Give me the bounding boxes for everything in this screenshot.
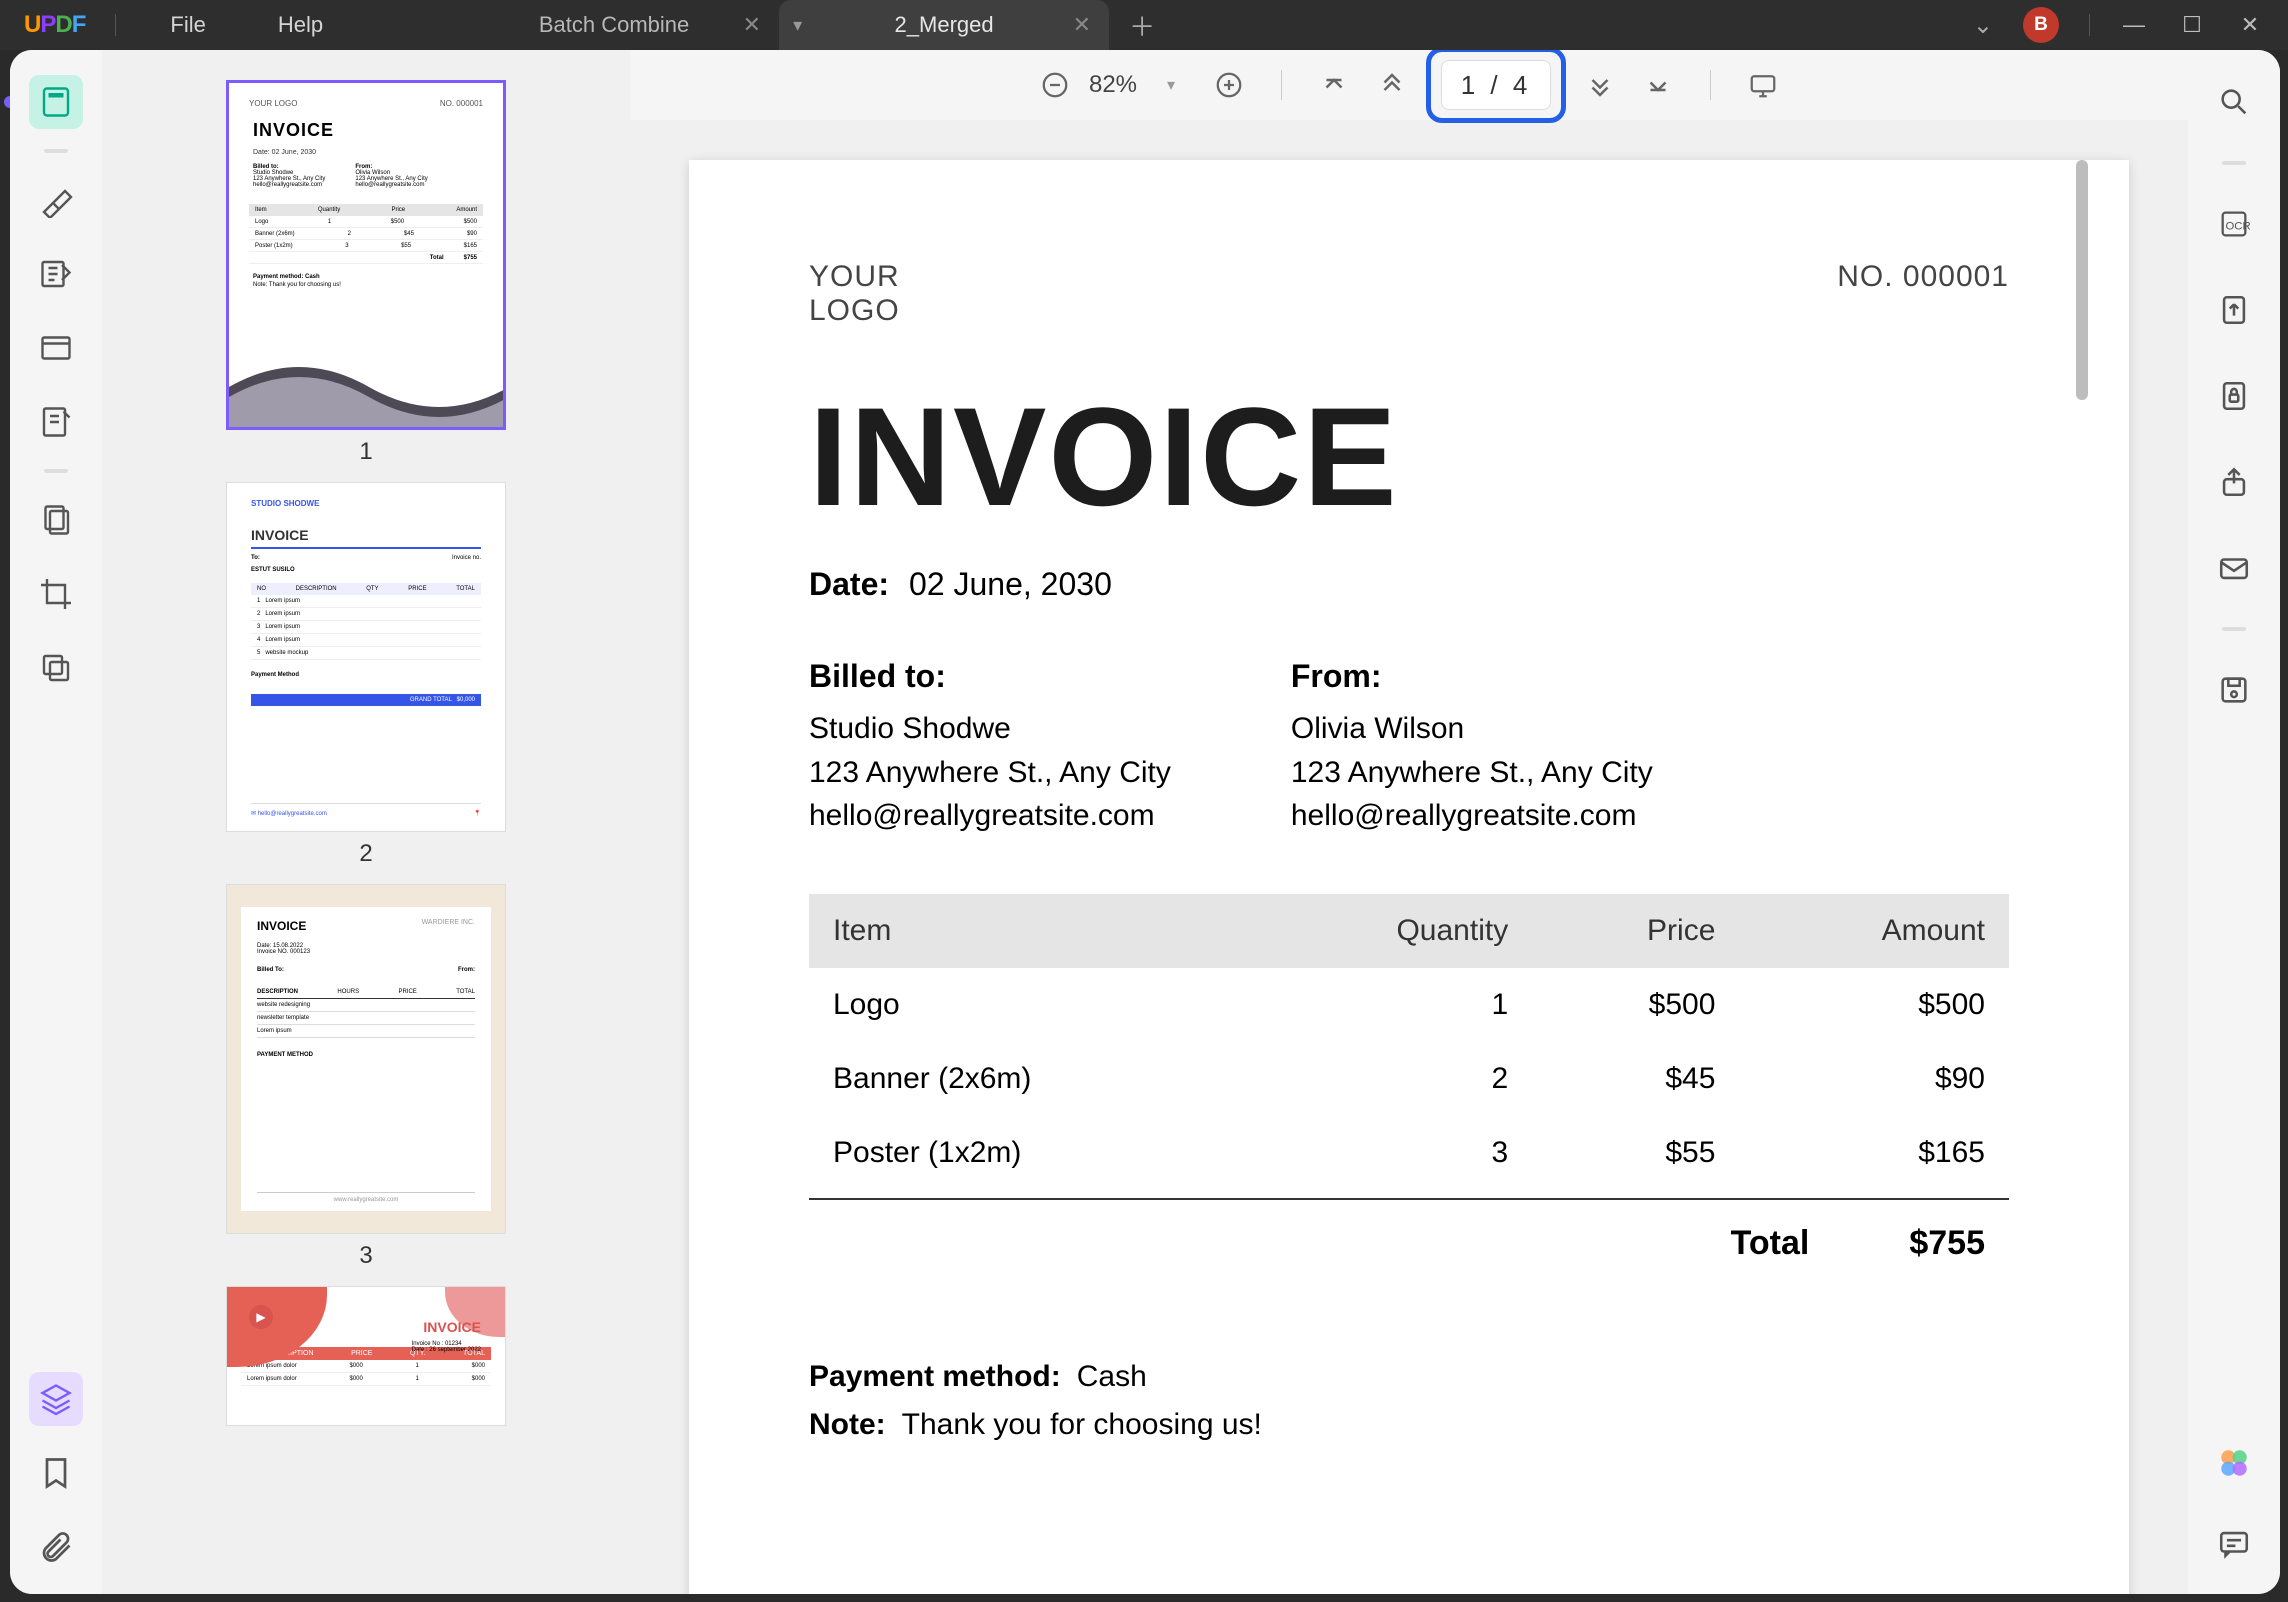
table-row: Logo1$500$500 [809, 968, 2009, 1042]
ai-assistant-icon[interactable] [2207, 1436, 2261, 1490]
first-page-button[interactable] [1310, 61, 1358, 109]
invoice-date: Date:02 June, 2030 [809, 566, 2009, 603]
share-icon[interactable] [2207, 455, 2261, 509]
edit-text-tool-icon[interactable] [29, 247, 83, 301]
thumb-number: 3 [359, 1242, 372, 1270]
zoom-dropdown-icon[interactable]: ▾ [1147, 61, 1195, 109]
separator [44, 149, 68, 153]
page-tool-icon[interactable] [29, 321, 83, 375]
close-icon[interactable]: ✕ [1073, 12, 1091, 38]
document-scroll[interactable]: YOUR LOGO NO. 000001 INVOICE Date:02 Jun… [630, 120, 2188, 1594]
presentation-icon[interactable] [1739, 61, 1787, 109]
chevron-down-icon[interactable]: ⌄ [1973, 11, 1993, 40]
logo-line2: LOGO [809, 294, 900, 328]
chevron-down-icon[interactable]: ▾ [793, 15, 802, 36]
close-icon[interactable]: ✕ [743, 12, 761, 38]
zoom-in-button[interactable] [1205, 61, 1253, 109]
ocr-icon[interactable]: OCR [2207, 197, 2261, 251]
from-block: From: Olivia Wilson 123 Anywhere St., An… [1291, 653, 1653, 838]
last-page-button[interactable] [1634, 61, 1682, 109]
separator [44, 469, 68, 473]
titlebar-right: ⌄ B — ☐ ✕ [1973, 7, 2276, 43]
email-icon[interactable] [2207, 541, 2261, 595]
invoice-total: Total$755 [809, 1198, 2009, 1263]
thumbnails-tool-icon[interactable] [29, 75, 83, 129]
zoom-level: 82% [1089, 71, 1137, 99]
app-logo: UPDF [12, 11, 97, 39]
separator [1281, 70, 1282, 100]
invoice-footer: Payment method:Cash Note:Thank you for c… [809, 1353, 2009, 1449]
page-indicator-input[interactable]: 1 / 4 [1441, 60, 1551, 110]
search-icon[interactable] [2207, 75, 2261, 129]
page-indicator-wrap: 1 / 4 [1426, 50, 1566, 123]
separator [1710, 70, 1711, 100]
invoice-table: Item Quantity Price Amount Logo1$500$500… [809, 894, 2009, 1190]
thumbnail-1[interactable]: YOUR LOGONO. 000001 INVOICE Date: 02 Jun… [226, 80, 506, 466]
close-button[interactable]: ✕ [2236, 12, 2264, 38]
copy-pages-icon[interactable] [29, 493, 83, 547]
protect-icon[interactable] [2207, 369, 2261, 423]
logo-line1: YOUR [809, 260, 900, 294]
invoice-title: INVOICE [809, 376, 2009, 538]
table-row: Banner (2x6m)2$45$90 [809, 1042, 2009, 1116]
tab-2-merged[interactable]: ▾ 2_Merged ✕ [779, 0, 1109, 50]
tab-strip: Batch Combine ✕ ▾ 2_Merged ✕ ＋ [449, 0, 1155, 50]
table-row: Poster (1x2m)3$55$165 [809, 1116, 2009, 1190]
separator [2089, 14, 2090, 36]
layers-tool-icon[interactable] [29, 641, 83, 695]
layers-panel-icon[interactable] [29, 1372, 83, 1426]
separator [115, 14, 116, 36]
right-rail: OCR [2188, 50, 2280, 1594]
thumbnail-panel: YOUR LOGONO. 000001 INVOICE Date: 02 Jun… [102, 50, 630, 1594]
avatar[interactable]: B [2023, 7, 2059, 43]
separator [2222, 161, 2246, 165]
bookmark-icon[interactable] [29, 1446, 83, 1500]
crop-tool-icon[interactable] [29, 567, 83, 621]
tab-batch-combine[interactable]: Batch Combine ✕ [449, 0, 779, 50]
thumb-number: 1 [359, 438, 372, 466]
thumb-number: 2 [359, 840, 372, 868]
comment-icon[interactable] [2207, 1516, 2261, 1570]
menu-file[interactable]: File [134, 12, 241, 38]
zoom-out-button[interactable] [1031, 61, 1079, 109]
export-icon[interactable] [2207, 283, 2261, 337]
left-rail [10, 50, 102, 1594]
scrollbar[interactable] [2076, 160, 2088, 400]
next-page-button[interactable] [1576, 61, 1624, 109]
maximize-button[interactable]: ☐ [2178, 12, 2206, 38]
document-viewer: 82% ▾ 1 / 4 [630, 50, 2188, 1594]
invoice-number: NO. 000001 [1837, 260, 2009, 328]
attachment-icon[interactable] [29, 1520, 83, 1574]
svg-text:OCR: OCR [2226, 221, 2251, 233]
highlight-tool-icon[interactable] [29, 173, 83, 227]
form-tool-icon[interactable] [29, 395, 83, 449]
minimize-button[interactable]: — [2120, 12, 2148, 38]
separator [2222, 627, 2246, 631]
tab-label: 2_Merged [895, 12, 994, 38]
viewer-toolbar: 82% ▾ 1 / 4 [630, 50, 2188, 120]
menu-help[interactable]: Help [242, 12, 359, 38]
thumbnail-3[interactable]: INVOICE WARDIERE INC. Date: 15.08.2022In… [226, 884, 506, 1270]
app-body: YOUR LOGONO. 000001 INVOICE Date: 02 Jun… [10, 50, 2280, 1594]
billed-to-block: Billed to: Studio Shodwe 123 Anywhere St… [809, 653, 1171, 838]
thumbnail-2[interactable]: STUDIO SHODWE INVOICE To:Invoice no. EST… [226, 482, 506, 868]
titlebar: UPDF File Help Batch Combine ✕ ▾ 2_Merge… [0, 0, 2288, 50]
save-icon[interactable] [2207, 663, 2261, 717]
prev-page-button[interactable] [1368, 61, 1416, 109]
new-tab-button[interactable]: ＋ [1129, 7, 1155, 44]
tab-label: Batch Combine [539, 12, 689, 38]
document-page: YOUR LOGO NO. 000001 INVOICE Date:02 Jun… [689, 160, 2129, 1594]
thumbnail-4[interactable]: ▶ INVOICE Invoice No : 01234Date : 26 se… [226, 1286, 506, 1426]
